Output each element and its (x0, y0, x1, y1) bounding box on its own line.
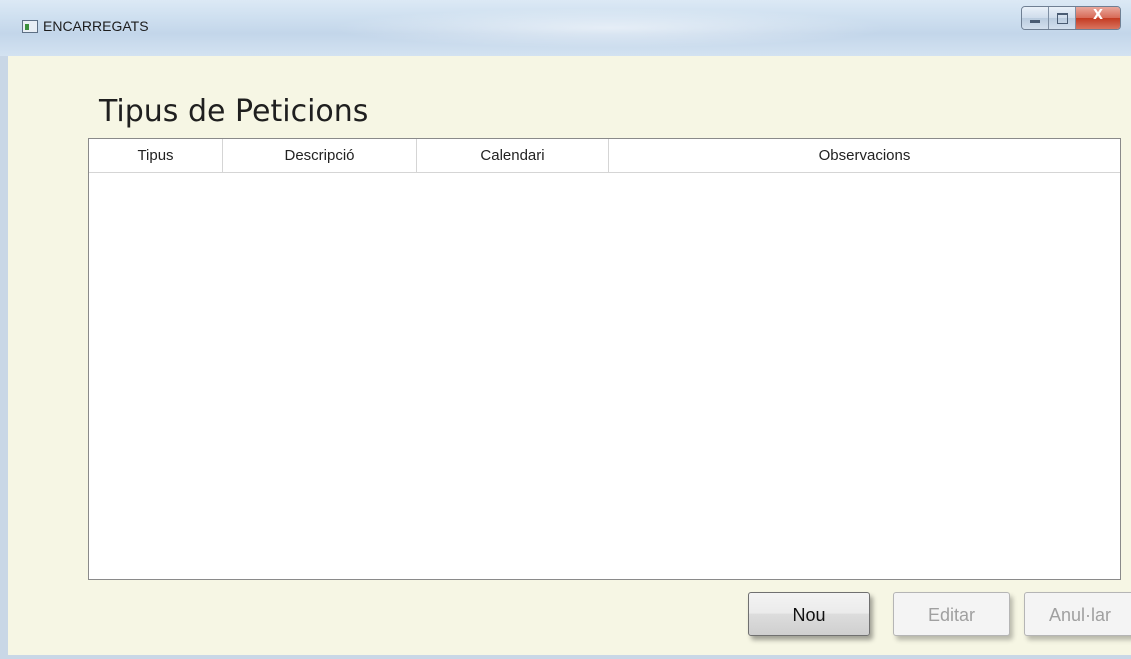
minimize-button[interactable] (1022, 7, 1049, 29)
app-icon (22, 20, 38, 33)
column-header-observacions[interactable]: Observacions (609, 139, 1120, 172)
window-title: ENCARREGATS (43, 18, 149, 34)
maximize-icon (1057, 13, 1068, 24)
title-bar[interactable]: ENCARREGATS X (0, 0, 1131, 56)
table-header: Tipus Descripció Calendari Observacions (89, 139, 1120, 173)
maximize-button[interactable] (1049, 7, 1076, 29)
cancel-button[interactable]: Anul·lar (1024, 592, 1131, 636)
close-icon: X (1092, 8, 1104, 23)
close-button[interactable]: X (1076, 7, 1120, 29)
edit-button[interactable]: Editar (893, 592, 1010, 636)
column-header-tipus[interactable]: Tipus (89, 139, 223, 172)
column-header-descripcio[interactable]: Descripció (223, 139, 417, 172)
requests-table[interactable]: Tipus Descripció Calendari Observacions (88, 138, 1121, 580)
page-title: Tipus de Peticions (99, 94, 369, 129)
minimize-icon (1030, 20, 1040, 23)
app-window: ENCARREGATS X Tipus de Peticions Tipus D… (0, 0, 1131, 659)
new-button[interactable]: Nou (748, 592, 870, 636)
caption-buttons: X (1021, 6, 1121, 30)
column-header-calendari[interactable]: Calendari (417, 139, 609, 172)
